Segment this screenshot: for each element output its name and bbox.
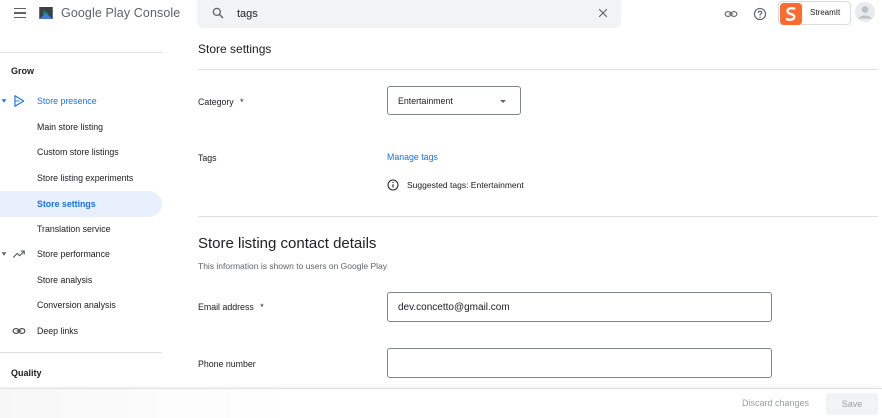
search-input[interactable] <box>237 5 577 23</box>
manage-tags-link[interactable]: Manage tags <box>387 152 438 162</box>
sidebar-item-translation-service[interactable]: Translation service <box>0 216 162 242</box>
sidebar-item-label: Store listing experiments <box>37 173 134 183</box>
email-label: Email address * <box>198 302 264 312</box>
sidebar-item-deep-links[interactable]: Deep links <box>0 318 162 344</box>
section-title-store-settings: Store settings <box>198 42 272 56</box>
category-select[interactable]: Entertainment <box>387 86 521 115</box>
sidebar-item-custom-store-listings[interactable]: Custom store listings <box>0 139 162 165</box>
section-title-contact-details: Store listing contact details <box>198 235 377 252</box>
sidebar-section-grow: Grow <box>11 66 35 76</box>
play-arrow-outline-icon <box>14 95 25 107</box>
sidebar-item-label: Translation service <box>37 224 111 234</box>
account-avatar[interactable] <box>855 2 875 22</box>
account-circle-icon <box>855 2 875 22</box>
sidebar-item-label: Store presence <box>37 96 97 106</box>
close-icon[interactable] <box>597 7 609 19</box>
sidebar-item-label: Deep links <box>37 326 79 336</box>
category-label-text: Category <box>198 97 234 107</box>
help-icon[interactable] <box>753 7 767 21</box>
app-name: StreamIt <box>810 8 841 17</box>
suggested-tags-text: Suggested tags: Entertainment <box>407 180 524 190</box>
sidebar-item-store-analysis[interactable]: Store analysis <box>0 267 162 293</box>
sidebar-item-label: Main store listing <box>37 122 104 132</box>
discard-changes-button[interactable]: Discard changes <box>742 398 809 408</box>
bottom-action-bar: Discard changes Save <box>0 388 882 418</box>
required-mark: * <box>260 302 264 312</box>
phone-label: Phone number <box>198 359 256 369</box>
link-icon[interactable] <box>724 7 738 21</box>
search-icon <box>212 7 224 19</box>
sidebar-nav: Grow Store presence Main store listing C… <box>0 30 168 388</box>
sidebar-section-quality: Quality <box>11 368 42 378</box>
email-field[interactable] <box>387 292 772 322</box>
caret-down-icon[interactable] <box>1 251 7 257</box>
sidebar-item-store-settings[interactable]: Store settings <box>0 191 162 217</box>
main-content: Store settings Category * Entertainment … <box>198 30 878 388</box>
sidebar-item-label: Store settings <box>37 199 96 209</box>
sidebar-item-store-performance[interactable]: Store performance <box>0 241 162 267</box>
contact-details-subtitle: This information is shown to users on Go… <box>198 261 387 271</box>
top-app-bar: Google Play Console StreamIt <box>0 0 882 30</box>
dropdown-arrow-icon <box>500 100 506 103</box>
sidebar-item-conversion-analysis[interactable]: Conversion analysis <box>0 292 162 318</box>
sidebar-divider <box>0 52 162 53</box>
sidebar-item-store-presence[interactable]: Store presence <box>0 88 162 114</box>
caret-down-icon[interactable] <box>1 98 7 104</box>
info-icon <box>387 179 399 191</box>
sidebar-shadow <box>0 389 290 418</box>
brand-title[interactable]: Google Play Console <box>61 6 180 20</box>
sidebar-divider <box>0 352 162 353</box>
streamit-app-logo-icon <box>780 3 802 25</box>
category-select-value: Entertainment <box>398 96 453 106</box>
sidebar-item-label: Store analysis <box>37 275 93 285</box>
section-divider <box>198 69 878 70</box>
search-bar[interactable] <box>197 0 621 28</box>
play-console-logo-icon[interactable] <box>37 4 55 22</box>
sidebar-item-label: Store performance <box>37 249 110 259</box>
required-mark: * <box>240 97 244 107</box>
sidebar-item-label: Conversion analysis <box>37 300 116 310</box>
phone-field[interactable] <box>387 348 772 378</box>
sidebar-item-store-listing-experiments[interactable]: Store listing experiments <box>0 165 162 191</box>
sidebar-item-label: Custom store listings <box>37 147 119 157</box>
app-switcher-button[interactable]: StreamIt <box>778 1 851 25</box>
category-label: Category * <box>198 97 244 107</box>
trending-up-icon <box>12 250 25 258</box>
menu-icon[interactable] <box>9 4 31 22</box>
email-label-text: Email address <box>198 302 254 312</box>
sidebar-item-main-store-listing[interactable]: Main store listing <box>0 114 162 140</box>
save-button[interactable]: Save <box>826 393 878 415</box>
tags-label: Tags <box>198 153 217 163</box>
link-icon <box>12 328 26 334</box>
section-divider <box>198 216 878 217</box>
